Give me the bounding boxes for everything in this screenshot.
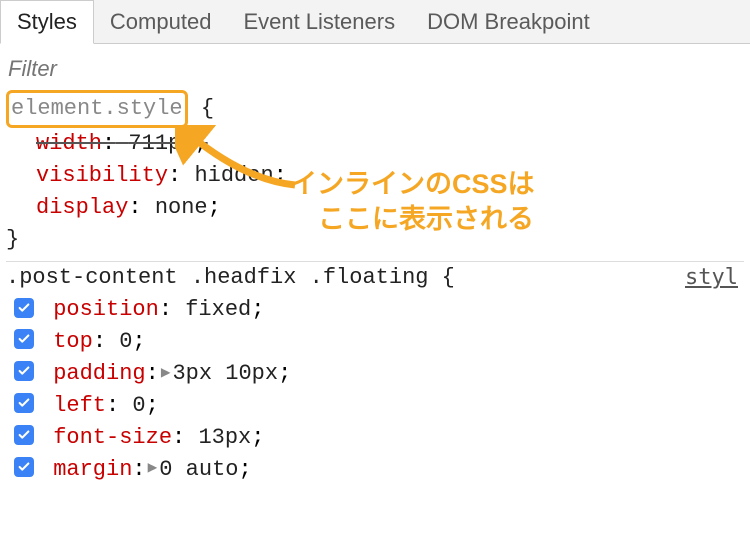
tab-event-listeners[interactable]: Event Listeners [227,0,411,43]
rule-element-style: element.style { width: 711px; visibility… [6,90,744,255]
element-style-highlight: element.style [6,90,188,128]
prop-name-visibility: visibility [36,163,168,188]
styles-pane: element.style { width: 711px; visibility… [0,88,750,488]
property-visibility[interactable]: visibility: hidden; [6,160,744,192]
filter-input[interactable] [8,56,742,82]
property-left[interactable]: left: 0; [6,390,744,422]
prop-name-width: width [36,131,102,156]
tab-computed[interactable]: Computed [94,0,228,43]
checkbox-icon[interactable] [14,361,34,381]
property-font-size[interactable]: font-size: 13px; [6,422,744,454]
property-padding[interactable]: padding:▶3px 10px; [6,358,744,390]
selector-element-style[interactable]: element.style [11,96,183,121]
rule-post-content: styl .post-content .headfix .floating { … [6,262,744,485]
open-brace: { [201,96,214,121]
selector-post-content[interactable]: .post-content .headfix .floating [6,265,428,290]
open-brace-2: { [442,265,455,290]
expand-triangle-icon[interactable]: ▶ [161,362,171,385]
property-margin[interactable]: margin:▶0 auto; [6,454,744,486]
property-display[interactable]: display: none; [6,192,744,224]
property-position[interactable]: position: fixed; [6,294,744,326]
checkbox-icon[interactable] [14,393,34,413]
prop-value-visibility: hidden [194,163,273,188]
prop-value-width: 711px [128,131,194,156]
close-brace: } [6,224,744,256]
expand-triangle-icon[interactable]: ▶ [148,457,158,480]
tab-dom-breakpoints[interactable]: DOM Breakpoint [411,0,606,43]
checkbox-icon[interactable] [14,425,34,445]
stylesheet-link[interactable]: styl [685,262,744,294]
filter-bar [0,44,750,88]
property-top[interactable]: top: 0; [6,326,744,358]
checkbox-icon[interactable] [14,298,34,318]
tabs-bar: Styles Computed Event Listeners DOM Brea… [0,0,750,44]
prop-name-display: display [36,195,128,220]
property-width[interactable]: width: 711px; [6,128,744,160]
tab-styles[interactable]: Styles [0,0,94,44]
prop-value-display: none [155,195,208,220]
checkbox-icon[interactable] [14,329,34,349]
checkbox-icon[interactable] [14,457,34,477]
